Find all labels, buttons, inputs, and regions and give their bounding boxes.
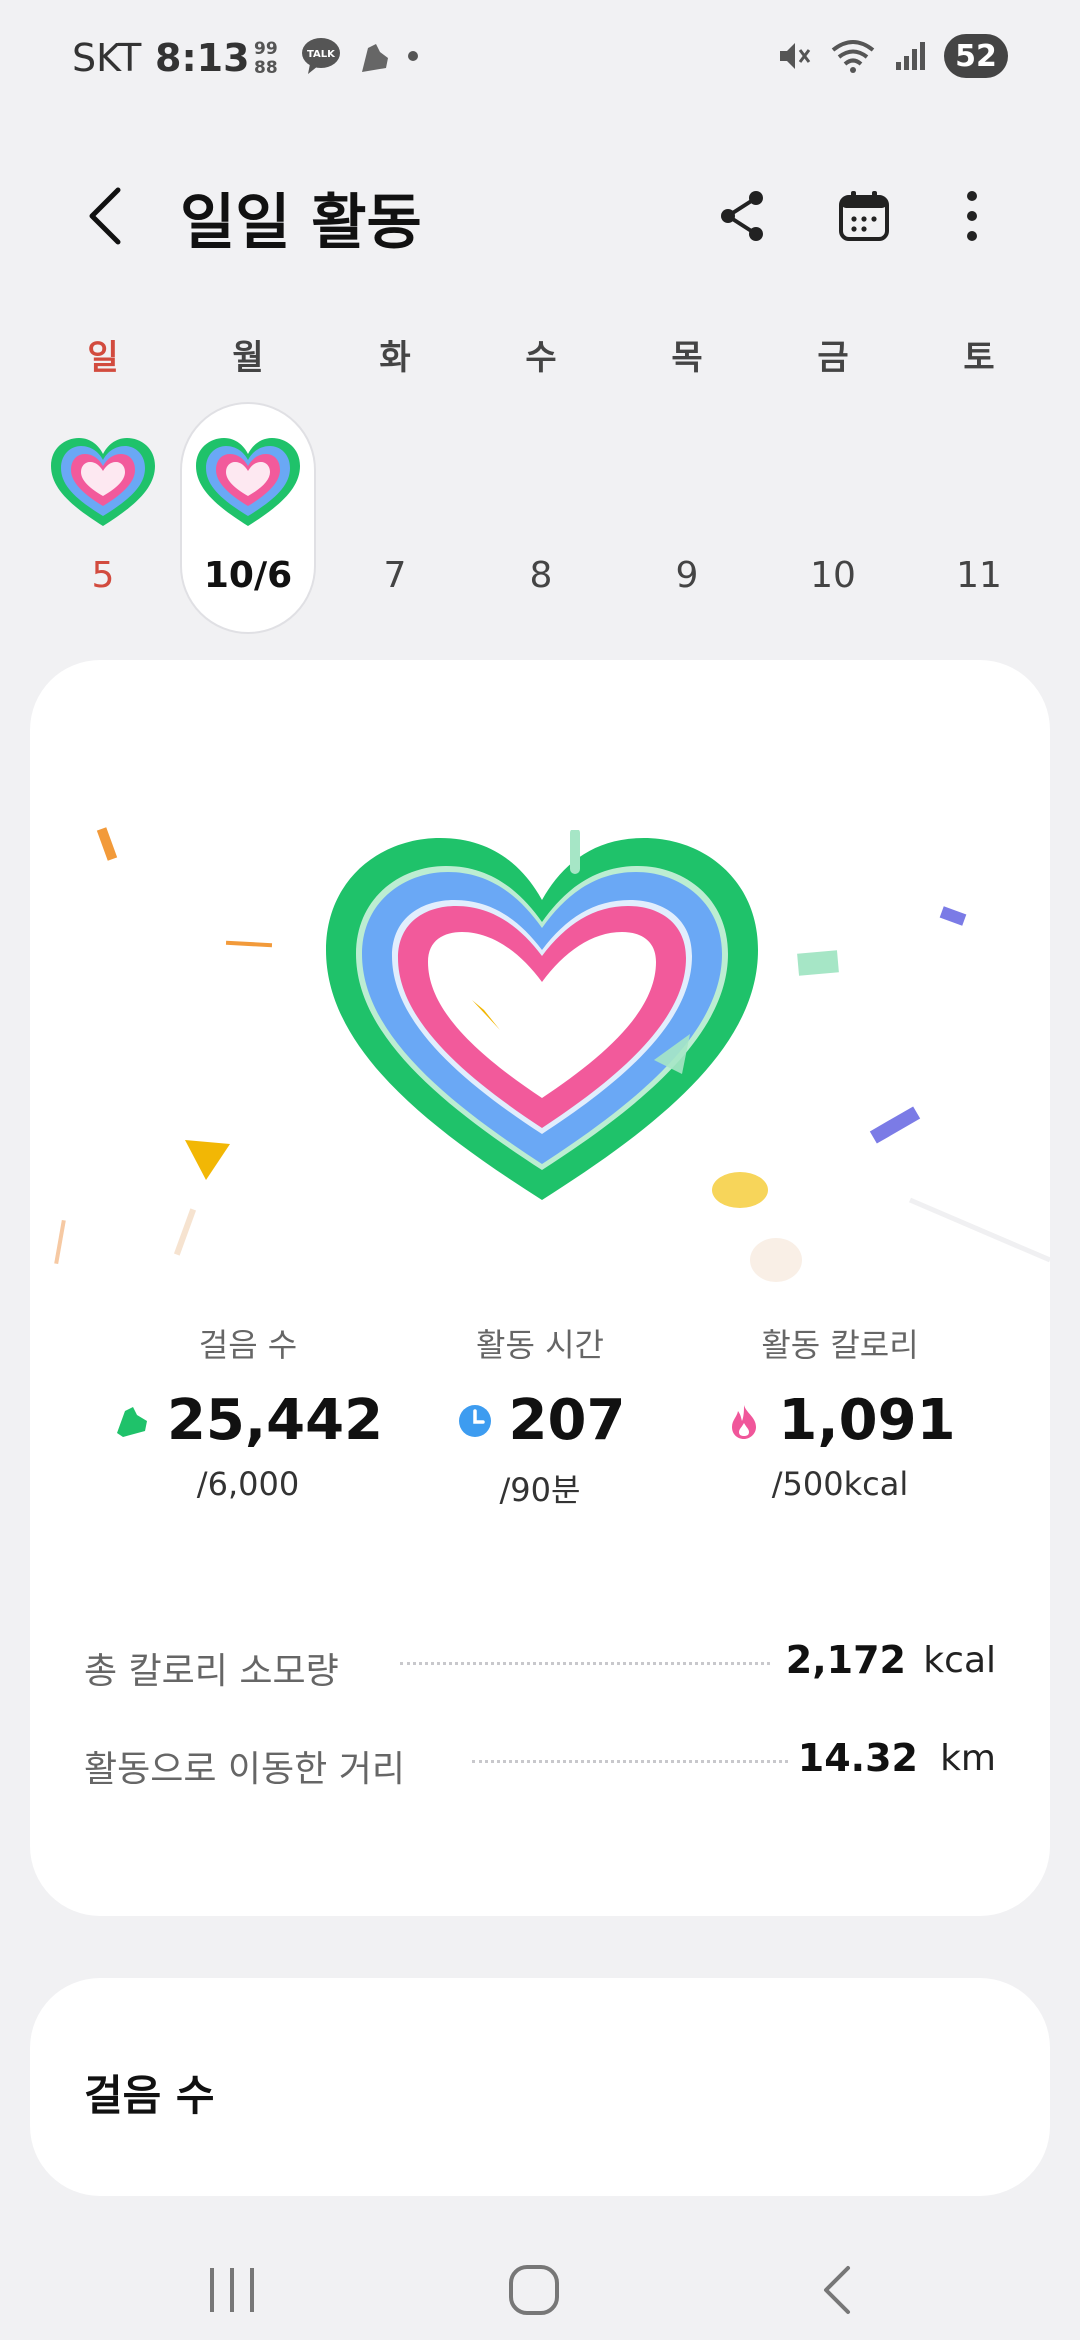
active-time-value: 207 xyxy=(508,1388,626,1453)
activity-heart-icon xyxy=(196,438,300,526)
chevron-left-icon xyxy=(89,187,121,245)
back-icon xyxy=(824,2266,850,2314)
weekday-label: 월 xyxy=(232,338,264,378)
date-label: 9 xyxy=(675,555,699,596)
active-time-stat[interactable]: 활동 시간 207 /90분 xyxy=(380,1320,700,1511)
steps-card[interactable]: 걸음 수 xyxy=(30,1978,1050,2196)
week-selector: 일 5 월 10/6 화 7 수 8 목 9 금 10 토 11 xyxy=(0,320,1080,640)
flame-icon xyxy=(732,1404,757,1439)
activity-heart-rings xyxy=(326,830,758,1200)
shoe-icon xyxy=(116,1406,147,1437)
svg-text:TALK: TALK xyxy=(307,49,336,60)
active-calories-goal: /500kcal xyxy=(771,1465,909,1503)
calendar-button[interactable] xyxy=(826,178,902,254)
carrier-label: SKT xyxy=(72,36,142,80)
weekday-label: 일 xyxy=(87,338,119,378)
steps-stat[interactable]: 걸음 수 25,442 /6,000 xyxy=(88,1320,408,1503)
notification-icons: 99 88 TALK xyxy=(252,36,420,76)
distance-row: 활동으로 이동한 거리 14.32 km xyxy=(84,1730,996,1790)
distance-label: 활동으로 이동한 거리 xyxy=(84,1749,405,1790)
date-label: 8 xyxy=(529,555,553,596)
svg-text:88: 88 xyxy=(254,58,278,76)
system-icons: 52 xyxy=(776,34,1008,78)
battery-indicator: 52 xyxy=(944,34,1008,78)
distance-value: 14.32 xyxy=(797,1736,918,1780)
weekday-label: 수 xyxy=(525,338,557,378)
back-button[interactable] xyxy=(78,182,138,250)
app-99-icon: 99 88 xyxy=(254,39,278,76)
mute-icon xyxy=(780,43,811,69)
activity-stats: 걸음 수 25,442 /6,000 활동 시간 207 /90분 활동 칼로리… xyxy=(30,1320,1050,1520)
talk-icon: TALK xyxy=(302,38,340,74)
home-icon xyxy=(509,2265,559,2315)
date-label: 10/6 xyxy=(203,555,293,596)
recents-button[interactable] xyxy=(182,2240,282,2340)
distance-unit: km xyxy=(940,1738,996,1779)
weekday-label: 화 xyxy=(379,338,411,378)
total-calories-row: 총 칼로리 소모량 2,172 kcal xyxy=(84,1632,996,1692)
weekday-label: 목 xyxy=(671,338,703,378)
stat-label: 활동 시간 xyxy=(476,1326,604,1364)
clock-time: 8:13 xyxy=(155,36,250,80)
daily-activity-screen: SKT 8:13 99 88 TALK 52 일일 활동 일 5 월 10/6 … xyxy=(0,0,1080,2340)
weekday-label: 금 xyxy=(817,338,849,378)
app-header: 일일 활동 xyxy=(0,160,1080,270)
signal-icon xyxy=(896,42,925,70)
activity-heart-icon xyxy=(51,438,155,526)
share-button[interactable] xyxy=(706,178,782,254)
total-calories-label: 총 칼로리 소모량 xyxy=(84,1651,339,1692)
weekday-label: 토 xyxy=(963,338,995,378)
daily-summary-card: 걸음 수 25,442 /6,000 활동 시간 207 /90분 활동 칼로리… xyxy=(30,660,1050,1916)
date-label: 5 xyxy=(91,555,115,596)
home-button[interactable] xyxy=(484,2240,584,2340)
status-bar: SKT 8:13 99 88 TALK 52 xyxy=(0,0,1080,110)
steps-goal: /6,000 xyxy=(196,1465,300,1503)
stat-label: 걸음 수 xyxy=(198,1326,298,1364)
active-time-goal: /90분 xyxy=(499,1471,581,1509)
total-calories-unit: kcal xyxy=(923,1640,996,1681)
more-vertical-icon xyxy=(967,191,977,241)
nav-back-button[interactable] xyxy=(788,2240,888,2340)
dotted-leader xyxy=(400,1662,770,1665)
svg-text:99: 99 xyxy=(254,39,278,59)
steps-card-title: 걸음 수 xyxy=(84,2071,215,2120)
clock-icon xyxy=(458,1404,491,1437)
date-label: 11 xyxy=(956,555,1002,596)
date-label: 7 xyxy=(383,555,407,596)
share-icon xyxy=(721,191,763,241)
total-calories-value: 2,172 xyxy=(785,1638,906,1682)
dot-icon xyxy=(408,51,418,61)
steps-value: 25,442 xyxy=(166,1388,384,1453)
stat-label: 활동 칼로리 xyxy=(761,1326,919,1364)
calendar-icon xyxy=(839,191,889,241)
more-options-button[interactable] xyxy=(934,178,1010,254)
date-label: 10 xyxy=(810,555,856,596)
wifi-icon xyxy=(831,40,875,73)
page-title: 일일 활동 xyxy=(180,188,422,258)
active-calories-value: 1,091 xyxy=(778,1388,956,1453)
system-navigation-bar xyxy=(0,2220,1080,2340)
shoe-icon xyxy=(362,44,388,72)
dotted-leader xyxy=(472,1760,788,1763)
active-calories-stat[interactable]: 활동 칼로리 1,091 /500kcal xyxy=(680,1320,1000,1503)
recents-icon xyxy=(210,2268,254,2312)
